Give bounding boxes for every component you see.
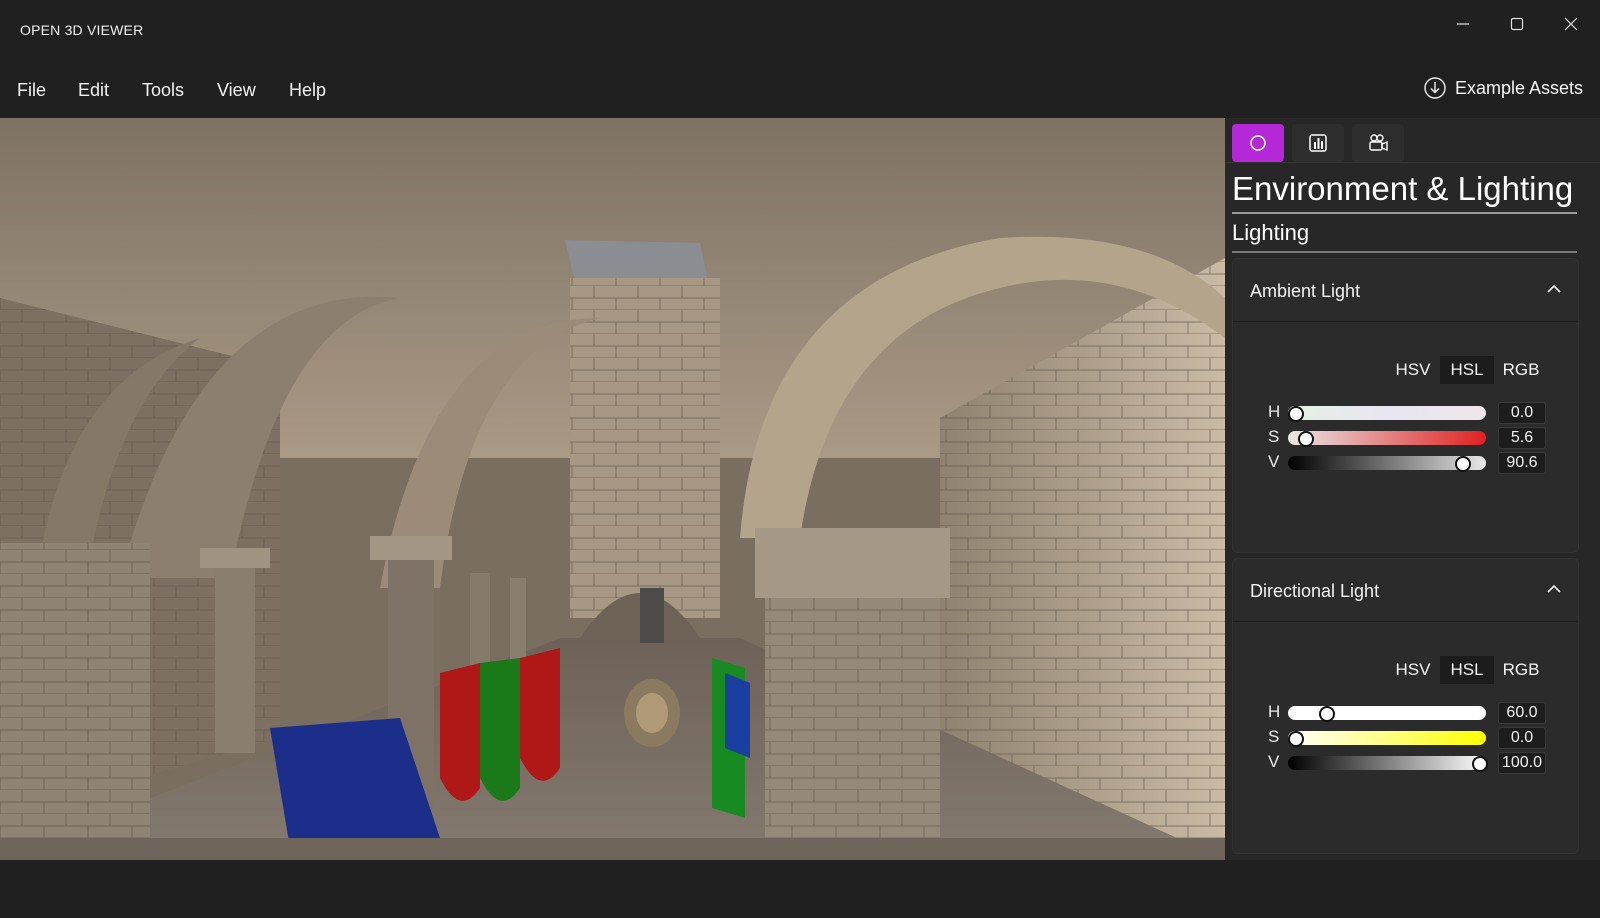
maximize-button[interactable]: [1494, 4, 1540, 44]
slider-thumb[interactable]: [1288, 731, 1304, 747]
section-underline: [1232, 251, 1577, 253]
app-title: OPEN 3D VIEWER: [20, 22, 144, 38]
slider-thumb[interactable]: [1298, 431, 1315, 447]
slider-row-v: V 90.6: [1268, 452, 1548, 474]
directional-mode-tabs: HSV HSL RGB: [1386, 656, 1548, 684]
slider-row-s: S 5.6: [1268, 427, 1548, 449]
section-title: Lighting: [1232, 220, 1310, 245]
tab-environment[interactable]: [1232, 124, 1284, 162]
close-button[interactable]: [1548, 4, 1594, 44]
chevron-up-icon: [1547, 584, 1561, 593]
directional-light-card: Directional Light HSV HSL RGB H 60.0 S 0.0 V…: [1232, 558, 1579, 854]
properties-panel: Environment & Lighting Lighting Ambient …: [1225, 118, 1600, 860]
title-underline: [1232, 212, 1577, 214]
3d-viewport[interactable]: [0, 118, 1225, 860]
slider-label: H: [1268, 702, 1281, 721]
slider-value-input[interactable]: 0.0: [1498, 402, 1546, 424]
ambient-light-title: Ambient Light: [1250, 281, 1361, 301]
slider-thumb[interactable]: [1288, 406, 1304, 422]
slider-label: S: [1268, 427, 1280, 446]
camera-icon: [1369, 134, 1388, 152]
slider-row-h: H 60.0: [1268, 702, 1548, 724]
close-icon: [1564, 17, 1578, 31]
menu-edit[interactable]: Edit: [78, 78, 109, 103]
slider-thumb[interactable]: [1318, 706, 1335, 722]
slider-label: S: [1268, 727, 1280, 746]
ambient-light-card: Ambient Light HSV HSL RGB H 0.0 S 5.6 V 90.6: [1232, 258, 1579, 553]
slider-row-s: S 0.0: [1268, 727, 1548, 749]
slider-label: V: [1268, 752, 1280, 771]
menu-bar: File Edit Tools View Help Example Assets: [0, 70, 1600, 110]
mode-hsv[interactable]: HSV: [1386, 356, 1440, 384]
ambient-light-header[interactable]: Ambient Light: [1233, 259, 1578, 322]
download-icon: [1424, 77, 1446, 99]
example-assets-label: Example Assets: [1454, 77, 1583, 98]
panel-tabs: [1232, 124, 1404, 164]
slider-value-input[interactable]: 100.0: [1498, 752, 1546, 774]
minimize-icon: [1457, 23, 1469, 25]
slider-track[interactable]: [1288, 756, 1488, 772]
slider-row-v: V 100.0: [1268, 752, 1548, 774]
slider-track[interactable]: [1288, 406, 1486, 422]
title-bar: OPEN 3D VIEWER: [0, 0, 1600, 60]
example-assets-button[interactable]: Example Assets: [1423, 76, 1583, 100]
tab-camera[interactable]: [1352, 124, 1404, 162]
directional-light-title: Directional Light: [1250, 581, 1380, 601]
ambient-mode-tabs: HSV HSL RGB: [1386, 356, 1548, 384]
mode-hsv[interactable]: HSV: [1386, 656, 1440, 684]
mode-hsl[interactable]: HSL: [1440, 656, 1494, 684]
sponza-scene-image: [0, 118, 1225, 860]
directional-light-header[interactable]: Directional Light: [1233, 559, 1578, 622]
slider-value-input[interactable]: 60.0: [1498, 702, 1546, 724]
maximize-icon: [1510, 17, 1524, 31]
slider-track[interactable]: [1288, 706, 1486, 722]
slider-label: H: [1268, 402, 1281, 421]
mode-rgb[interactable]: RGB: [1494, 356, 1548, 384]
mode-hsl[interactable]: HSL: [1440, 356, 1494, 384]
slider-row-h: H 0.0: [1268, 402, 1548, 424]
mode-rgb[interactable]: RGB: [1494, 656, 1548, 684]
menu-file[interactable]: File: [17, 78, 46, 103]
slider-thumb[interactable]: [1472, 756, 1488, 772]
slider-track[interactable]: [1288, 431, 1486, 447]
stats-icon: [1309, 134, 1327, 152]
status-strip: [0, 860, 1600, 918]
slider-label: V: [1268, 452, 1280, 471]
menu-view[interactable]: View: [217, 78, 256, 103]
slider-track[interactable]: [1288, 456, 1486, 472]
slider-value-input[interactable]: 5.6: [1498, 427, 1546, 449]
slider-thumb[interactable]: [1454, 456, 1471, 472]
menu-help[interactable]: Help: [289, 78, 326, 103]
chevron-up-icon: [1547, 284, 1561, 293]
slider-track[interactable]: [1288, 731, 1486, 747]
slider-value-input[interactable]: 0.0: [1498, 727, 1546, 749]
minimize-button[interactable]: [1440, 4, 1486, 44]
slider-value-input[interactable]: 90.6: [1498, 452, 1546, 474]
tabs-divider: [1225, 162, 1600, 163]
tab-statistics[interactable]: [1292, 124, 1344, 162]
menu-tools[interactable]: Tools: [142, 78, 184, 103]
circle-icon: [1250, 135, 1266, 151]
panel-title: Environment & Lighting: [1232, 170, 1574, 207]
